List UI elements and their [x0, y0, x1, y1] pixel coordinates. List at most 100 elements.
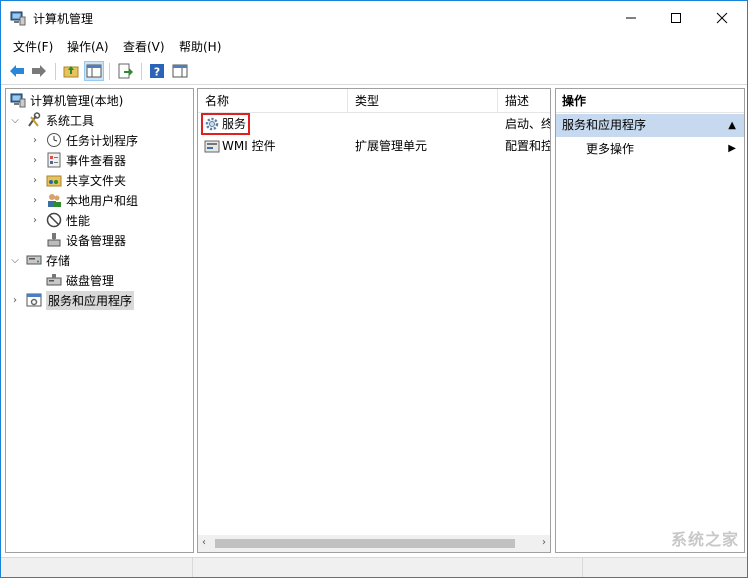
- tools-icon: [26, 112, 42, 128]
- up-level-button[interactable]: [61, 61, 81, 81]
- menu-file[interactable]: 文件(F): [13, 38, 53, 55]
- tree-item-storage[interactable]: ⌵ 存储: [8, 250, 70, 270]
- chevron-right-icon[interactable]: ›: [28, 155, 42, 166]
- disk-management-icon: [46, 272, 62, 288]
- list-item[interactable]: 服务 启动、终: [198, 113, 550, 135]
- window-title: 计算机管理: [33, 12, 94, 26]
- close-button[interactable]: [699, 1, 745, 35]
- collapse-triangle-icon[interactable]: ▲: [728, 114, 736, 137]
- chevron-down-icon[interactable]: ⌵: [8, 255, 22, 266]
- tree-item-label: 磁盘管理: [66, 273, 115, 288]
- tree-item-shared-folders[interactable]: › 共享文件夹: [28, 170, 126, 190]
- chevron-right-icon[interactable]: ›: [28, 215, 42, 226]
- wmi-type: 扩展管理单元: [355, 139, 428, 153]
- status-bar: [1, 557, 747, 577]
- list-header: 名称 类型 描述: [198, 89, 550, 113]
- service-description: 启动、终: [505, 117, 550, 131]
- tree-item-disk-management[interactable]: 磁盘管理: [28, 270, 114, 290]
- svg-text:?: ?: [154, 66, 160, 79]
- tree-item-services-apps[interactable]: › 服务和应用程序: [8, 290, 135, 310]
- tree-item-label: 计算机管理(本地): [30, 93, 124, 108]
- back-arrow-icon: [10, 65, 24, 77]
- users-icon: [46, 192, 62, 208]
- menu-action[interactable]: 操作(A): [67, 38, 109, 55]
- menu-bar: 文件(F) 操作(A) 查看(V) 帮助(H): [1, 36, 747, 56]
- storage-icon: [26, 252, 42, 268]
- tree-item-label: 性能: [66, 213, 91, 228]
- actions-title: 操作: [556, 89, 744, 113]
- forward-button[interactable]: [29, 61, 49, 81]
- close-icon: [716, 12, 728, 24]
- scrollbar-thumb[interactable]: [215, 539, 515, 548]
- tree-item-label: 共享文件夹: [66, 173, 127, 188]
- folder-up-icon: [63, 66, 79, 78]
- tree-item-event-viewer[interactable]: › 事件查看器: [28, 150, 126, 170]
- shared-folder-icon: [46, 172, 62, 188]
- tree-item-label: 设备管理器: [66, 233, 127, 248]
- wmi-control-icon: [204, 138, 220, 154]
- service-name: 服务: [222, 117, 247, 131]
- scroll-right-icon[interactable]: ›: [542, 537, 546, 548]
- computer-management-window: 计算机管理 文件(F) 操作(A) 查看(V) 帮助(H) ? 计算机管理(本地…: [0, 0, 748, 578]
- action-group-services-apps[interactable]: 服务和应用程序 ▲: [556, 114, 744, 137]
- wmi-description: 配置和控: [505, 139, 550, 153]
- back-button[interactable]: [7, 61, 27, 81]
- horizontal-scrollbar[interactable]: ‹ ›: [198, 535, 550, 552]
- action-group-label: 服务和应用程序: [562, 118, 647, 132]
- list-item[interactable]: WMI 控件 扩展管理单元 配置和控: [198, 136, 550, 156]
- maximize-button[interactable]: [653, 1, 699, 35]
- toolbar-separator: [141, 63, 142, 80]
- chevron-right-icon[interactable]: ›: [8, 295, 22, 306]
- event-viewer-icon: [46, 152, 62, 168]
- tree-item-performance[interactable]: › 性能: [28, 210, 90, 230]
- column-header-description[interactable]: 描述: [498, 89, 550, 113]
- chevron-down-icon[interactable]: ⌵: [8, 115, 22, 126]
- service-type: [355, 114, 495, 134]
- chevron-right-icon[interactable]: ›: [28, 195, 42, 206]
- title-bar: 计算机管理: [1, 1, 747, 35]
- submenu-arrow-icon[interactable]: ▶: [728, 143, 736, 154]
- help-button[interactable]: ?: [147, 61, 167, 81]
- chevron-right-icon[interactable]: ›: [28, 175, 42, 186]
- toolbar: ?: [1, 58, 747, 85]
- tree-item-local-users[interactable]: › 本地用户和组: [28, 190, 138, 210]
- console-tree-pane: 计算机管理(本地) ⌵ 系统工具 › 任务计划程序 › 事件查看器 › 共享文件…: [5, 88, 194, 553]
- maximize-icon: [671, 13, 681, 23]
- tree-item-label: 任务计划程序: [66, 133, 139, 148]
- console-tree-icon: [86, 64, 102, 78]
- toolbar-separator: [55, 63, 56, 80]
- chevron-right-icon[interactable]: ›: [28, 135, 42, 146]
- tree-item-root[interactable]: 计算机管理(本地): [6, 90, 123, 110]
- tree-item-label: 事件查看器: [66, 153, 127, 168]
- tree-item-device-manager[interactable]: 设备管理器: [28, 230, 126, 250]
- minimize-button[interactable]: [608, 1, 654, 35]
- performance-icon: [46, 212, 62, 228]
- column-header-name[interactable]: 名称: [198, 89, 348, 113]
- computer-management-icon: [10, 10, 26, 26]
- tree-item-task-scheduler[interactable]: › 任务计划程序: [28, 130, 138, 150]
- forward-arrow-icon: [32, 65, 46, 77]
- more-actions[interactable]: 更多操作: [586, 139, 634, 159]
- watermark-text: 系统之家: [670, 530, 739, 549]
- status-cell: [193, 558, 583, 577]
- export-list-button[interactable]: [115, 61, 135, 81]
- help-icon: ?: [150, 64, 164, 79]
- column-header-type[interactable]: 类型: [348, 89, 498, 113]
- actions-pane: 操作 服务和应用程序 ▲ 更多操作 ▶: [555, 88, 745, 553]
- action-pane-icon: [172, 64, 188, 78]
- menu-help[interactable]: 帮助(H): [179, 38, 221, 55]
- tree-item-label: 本地用户和组: [66, 193, 139, 208]
- show-hide-action-pane-button[interactable]: [170, 61, 190, 81]
- tree-item-label: 系统工具: [46, 113, 95, 128]
- more-actions-label: 更多操作: [586, 142, 635, 156]
- menu-view[interactable]: 查看(V): [123, 38, 165, 55]
- tree-item-label: 服务和应用程序: [46, 290, 135, 310]
- results-pane: 名称 类型 描述 服务 启动、终 WMI 控件 扩展管理单元 配置和控 ‹ ›: [197, 88, 551, 553]
- tree-item-system-tools[interactable]: ⌵ 系统工具: [8, 110, 94, 130]
- computer-management-icon: [10, 92, 26, 108]
- scroll-left-icon[interactable]: ‹: [202, 537, 206, 548]
- show-hide-console-tree-button[interactable]: [84, 61, 104, 81]
- minimize-icon: [626, 17, 636, 19]
- tree-item-label: 存储: [46, 253, 71, 268]
- toolbar-separator: [109, 63, 110, 80]
